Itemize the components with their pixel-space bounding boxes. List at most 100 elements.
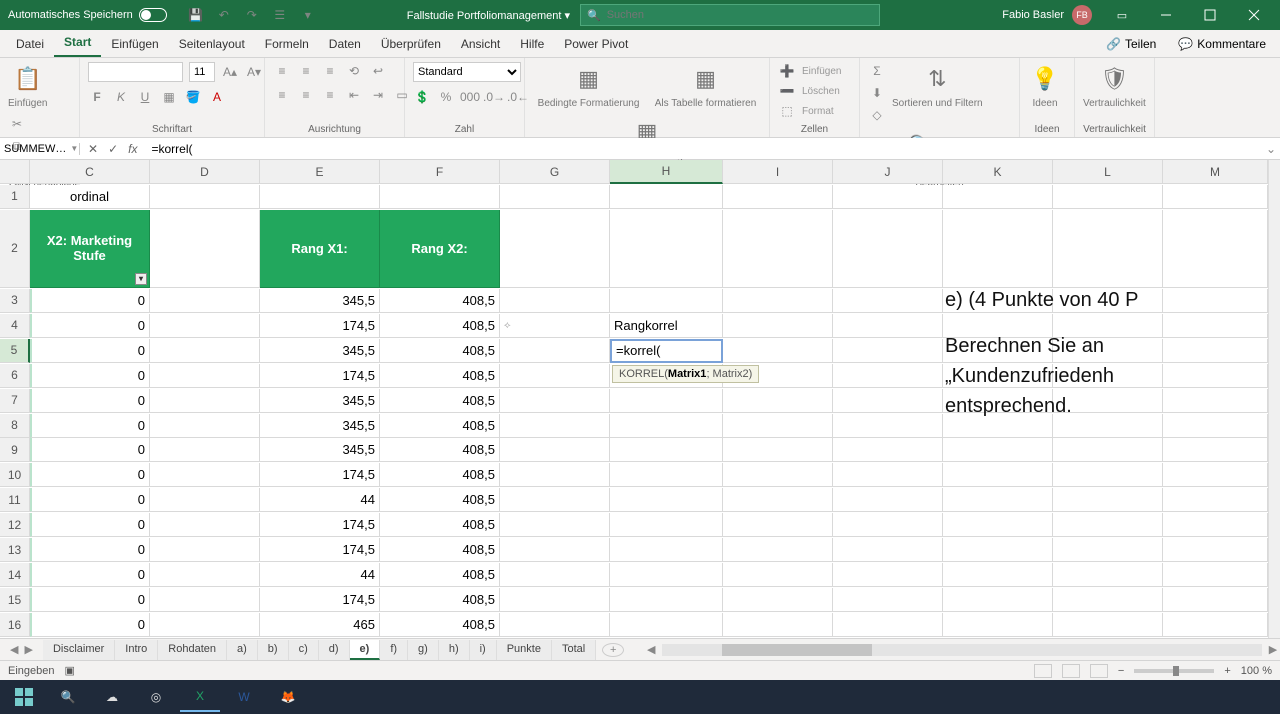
increase-indent-icon[interactable]: ⇥ [369,86,387,104]
zoom-out-icon[interactable]: − [1118,665,1124,677]
align-left-icon[interactable]: ≡ [273,86,291,104]
search-input[interactable] [607,9,873,21]
align-middle-icon[interactable]: ≡ [297,62,315,80]
zoom-slider[interactable] [1134,669,1214,673]
select-all-corner[interactable] [0,160,30,184]
cell-J7[interactable] [833,389,943,413]
cell-K12[interactable] [943,513,1053,537]
cell-D4[interactable] [150,314,260,338]
cell-D5[interactable] [150,339,260,363]
redo-icon[interactable]: ↷ [243,6,261,24]
cell-E16[interactable]: 465 [260,613,380,637]
align-top-icon[interactable]: ≡ [273,62,291,80]
align-right-icon[interactable]: ≡ [321,86,339,104]
expand-formula-bar-icon[interactable]: ⌄ [1262,142,1280,156]
touch-mode-icon[interactable]: ☰ [271,6,289,24]
cells-format-button[interactable]: ⬚Format [778,102,834,120]
cell-G5[interactable] [500,339,610,363]
cell-K11[interactable] [943,488,1053,512]
cell-J9[interactable] [833,438,943,462]
cell-H7[interactable] [610,389,723,413]
autosave-toggle[interactable]: Automatisches Speichern [4,8,167,22]
cell-E2[interactable]: Rang X1: [260,210,380,288]
underline-icon[interactable]: U [136,88,154,106]
column-header-D[interactable]: D [150,160,260,184]
cell-C7[interactable]: 0 [30,389,150,413]
percent-icon[interactable]: % [437,88,455,106]
cell-M15[interactable] [1163,588,1268,612]
sheet-tab-Punkte[interactable]: Punkte [497,640,552,660]
cell-M1[interactable] [1163,185,1268,209]
cell-F14[interactable]: 408,5 [380,563,500,587]
tab-einfügen[interactable]: Einfügen [101,31,168,57]
tab-überprüfen[interactable]: Überprüfen [371,31,451,57]
search-box[interactable]: 🔍 [580,4,880,26]
cell-E13[interactable]: 174,5 [260,538,380,562]
sheet-nav-prev-icon[interactable]: ◀ [10,643,18,656]
cell-J11[interactable] [833,488,943,512]
cell-D16[interactable] [150,613,260,637]
cell-J10[interactable] [833,463,943,487]
zoom-level[interactable]: 100 % [1241,665,1272,677]
cell-E14[interactable]: 44 [260,563,380,587]
cell-edit-input[interactable] [616,343,717,358]
taskbar-app-icon[interactable]: ◎ [136,682,176,712]
qat-more-icon[interactable]: ▾ [299,6,317,24]
tab-ansicht[interactable]: Ansicht [451,31,510,57]
tab-power pivot[interactable]: Power Pivot [554,31,638,57]
tab-datei[interactable]: Datei [6,31,54,57]
tab-daten[interactable]: Daten [319,31,371,57]
cell-E8[interactable]: 345,5 [260,414,380,438]
sheet-tab-Total[interactable]: Total [552,640,596,660]
cell-G11[interactable] [500,488,610,512]
cell-G8[interactable] [500,414,610,438]
view-page-layout-icon[interactable] [1062,664,1080,678]
row-header-7[interactable]: 7 [0,389,30,413]
cell-G9[interactable] [500,438,610,462]
cell-F10[interactable]: 408,5 [380,463,500,487]
orientation-icon[interactable]: ⟲ [345,62,363,80]
cell-D12[interactable] [150,513,260,537]
cell-L13[interactable] [1053,538,1163,562]
cell-M9[interactable] [1163,438,1268,462]
excel-taskbar-icon[interactable]: X [180,682,220,712]
column-header-C[interactable]: C [30,160,150,184]
cells-insert-button[interactable]: ➕Einfügen [778,62,841,80]
cell-L1[interactable] [1053,185,1163,209]
cell-E10[interactable]: 174,5 [260,463,380,487]
cell-M16[interactable] [1163,613,1268,637]
cell-D3[interactable] [150,289,260,313]
document-title[interactable]: Fallstudie Portfoliomanagement ▾ [407,9,570,22]
cell-C12[interactable]: 0 [30,513,150,537]
cell-G13[interactable] [500,538,610,562]
cell-I16[interactable] [723,613,833,637]
cell-F5[interactable]: 408,5 [380,339,500,363]
cell-J5[interactable] [833,339,943,363]
autosum-icon[interactable]: Σ [868,62,886,80]
cell-M10[interactable] [1163,463,1268,487]
conditional-formatting-button[interactable]: ▦Bedingte Formatierung [538,62,640,109]
cell-M11[interactable] [1163,488,1268,512]
sheet-tab-Intro[interactable]: Intro [115,640,158,660]
cell-E6[interactable]: 174,5 [260,364,380,388]
firefox-taskbar-icon[interactable]: 🦊 [268,682,308,712]
column-header-J[interactable]: J [833,160,943,184]
start-button[interactable] [4,682,44,712]
cell-K16[interactable] [943,613,1053,637]
cell-K14[interactable] [943,563,1053,587]
column-header-I[interactable]: I [723,160,833,184]
cell-C14[interactable]: 0 [30,563,150,587]
view-page-break-icon[interactable] [1090,664,1108,678]
cell-I14[interactable] [723,563,833,587]
cell-C4[interactable]: 0 [30,314,150,338]
cell-M2[interactable] [1163,210,1268,288]
cell-F9[interactable]: 408,5 [380,438,500,462]
cell-L11[interactable] [1053,488,1163,512]
cell-E3[interactable]: 345,5 [260,289,380,313]
cell-C13[interactable]: 0 [30,538,150,562]
sheet-tab-a[interactable]: a) [227,640,258,660]
cell-J8[interactable] [833,414,943,438]
cell-D14[interactable] [150,563,260,587]
cell-D9[interactable] [150,438,260,462]
row-header-11[interactable]: 11 [0,488,30,512]
